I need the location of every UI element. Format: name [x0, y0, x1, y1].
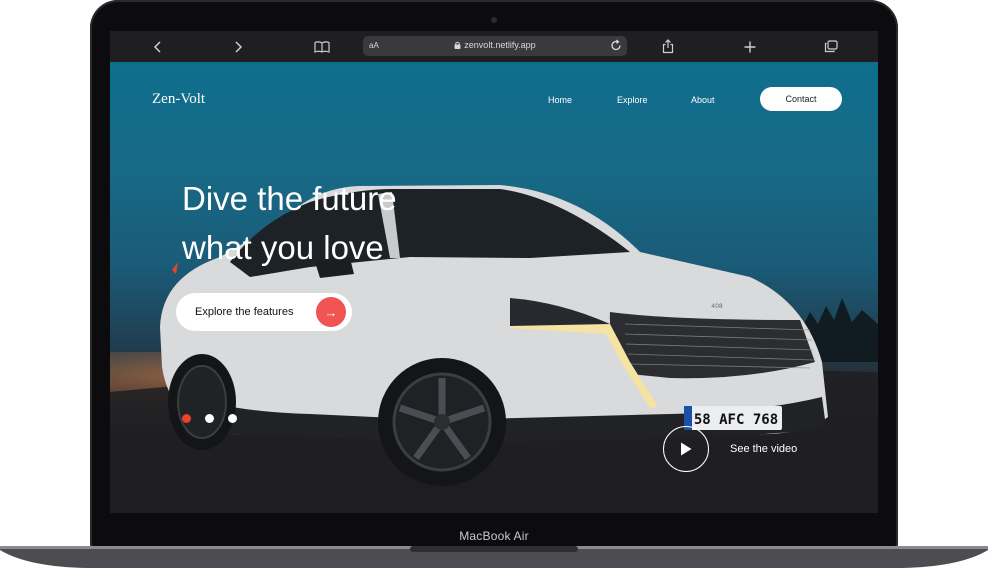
accent-spark [172, 262, 178, 274]
slide-dot-1[interactable] [182, 414, 191, 423]
browser-toolbar: aA zenvolt.netlify.app [110, 31, 878, 62]
address-bar[interactable]: aA zenvolt.netlify.app [363, 36, 627, 56]
play-video-button[interactable] [663, 426, 709, 472]
slide-dot-2[interactable] [205, 414, 214, 423]
arrow-right-icon: → [316, 297, 346, 327]
back-arrow-icon[interactable] [146, 31, 170, 62]
hood-badge: 408 [711, 303, 723, 310]
url-display: zenvolt.netlify.app [363, 40, 627, 50]
explore-features-button[interactable]: Explore the features → [176, 293, 352, 331]
reload-icon[interactable] [610, 39, 622, 57]
camera-icon [491, 17, 497, 23]
tabs-icon[interactable] [819, 31, 843, 62]
lock-icon [454, 41, 461, 49]
contact-button[interactable]: Contact [760, 87, 842, 111]
nav-explore-link[interactable]: Explore [617, 95, 648, 105]
forward-arrow-icon[interactable] [226, 31, 250, 62]
headline-line-1: Dive the future [182, 180, 397, 217]
headline-line-2: what you love [182, 229, 384, 266]
laptop-base [0, 545, 988, 568]
slide-dot-3[interactable] [228, 414, 237, 423]
car-grille [609, 312, 815, 379]
explore-features-label: Explore the features [195, 306, 294, 318]
device-label: MacBook Air [459, 529, 529, 543]
hero-headline: Dive the future what you love [182, 174, 397, 272]
url-text: zenvolt.netlify.app [464, 40, 536, 50]
nav-about-link[interactable]: About [691, 95, 715, 105]
play-icon [681, 442, 692, 456]
hero-section: 58 AFC 768 408 Zen-Volt Home Explore Abo… [110, 62, 878, 513]
share-icon[interactable] [656, 31, 680, 62]
nav-home-link[interactable]: Home [548, 95, 572, 105]
see-video-link[interactable]: See the video [730, 443, 797, 455]
plate-number: 58 AFC 768 [694, 412, 778, 428]
new-tab-icon[interactable] [738, 31, 762, 62]
book-icon[interactable] [310, 31, 334, 62]
brand-logo[interactable]: Zen-Volt [152, 91, 205, 108]
laptop-screen: aA zenvolt.netlify.app 58 AFC 768 408 Ze… [110, 31, 878, 513]
